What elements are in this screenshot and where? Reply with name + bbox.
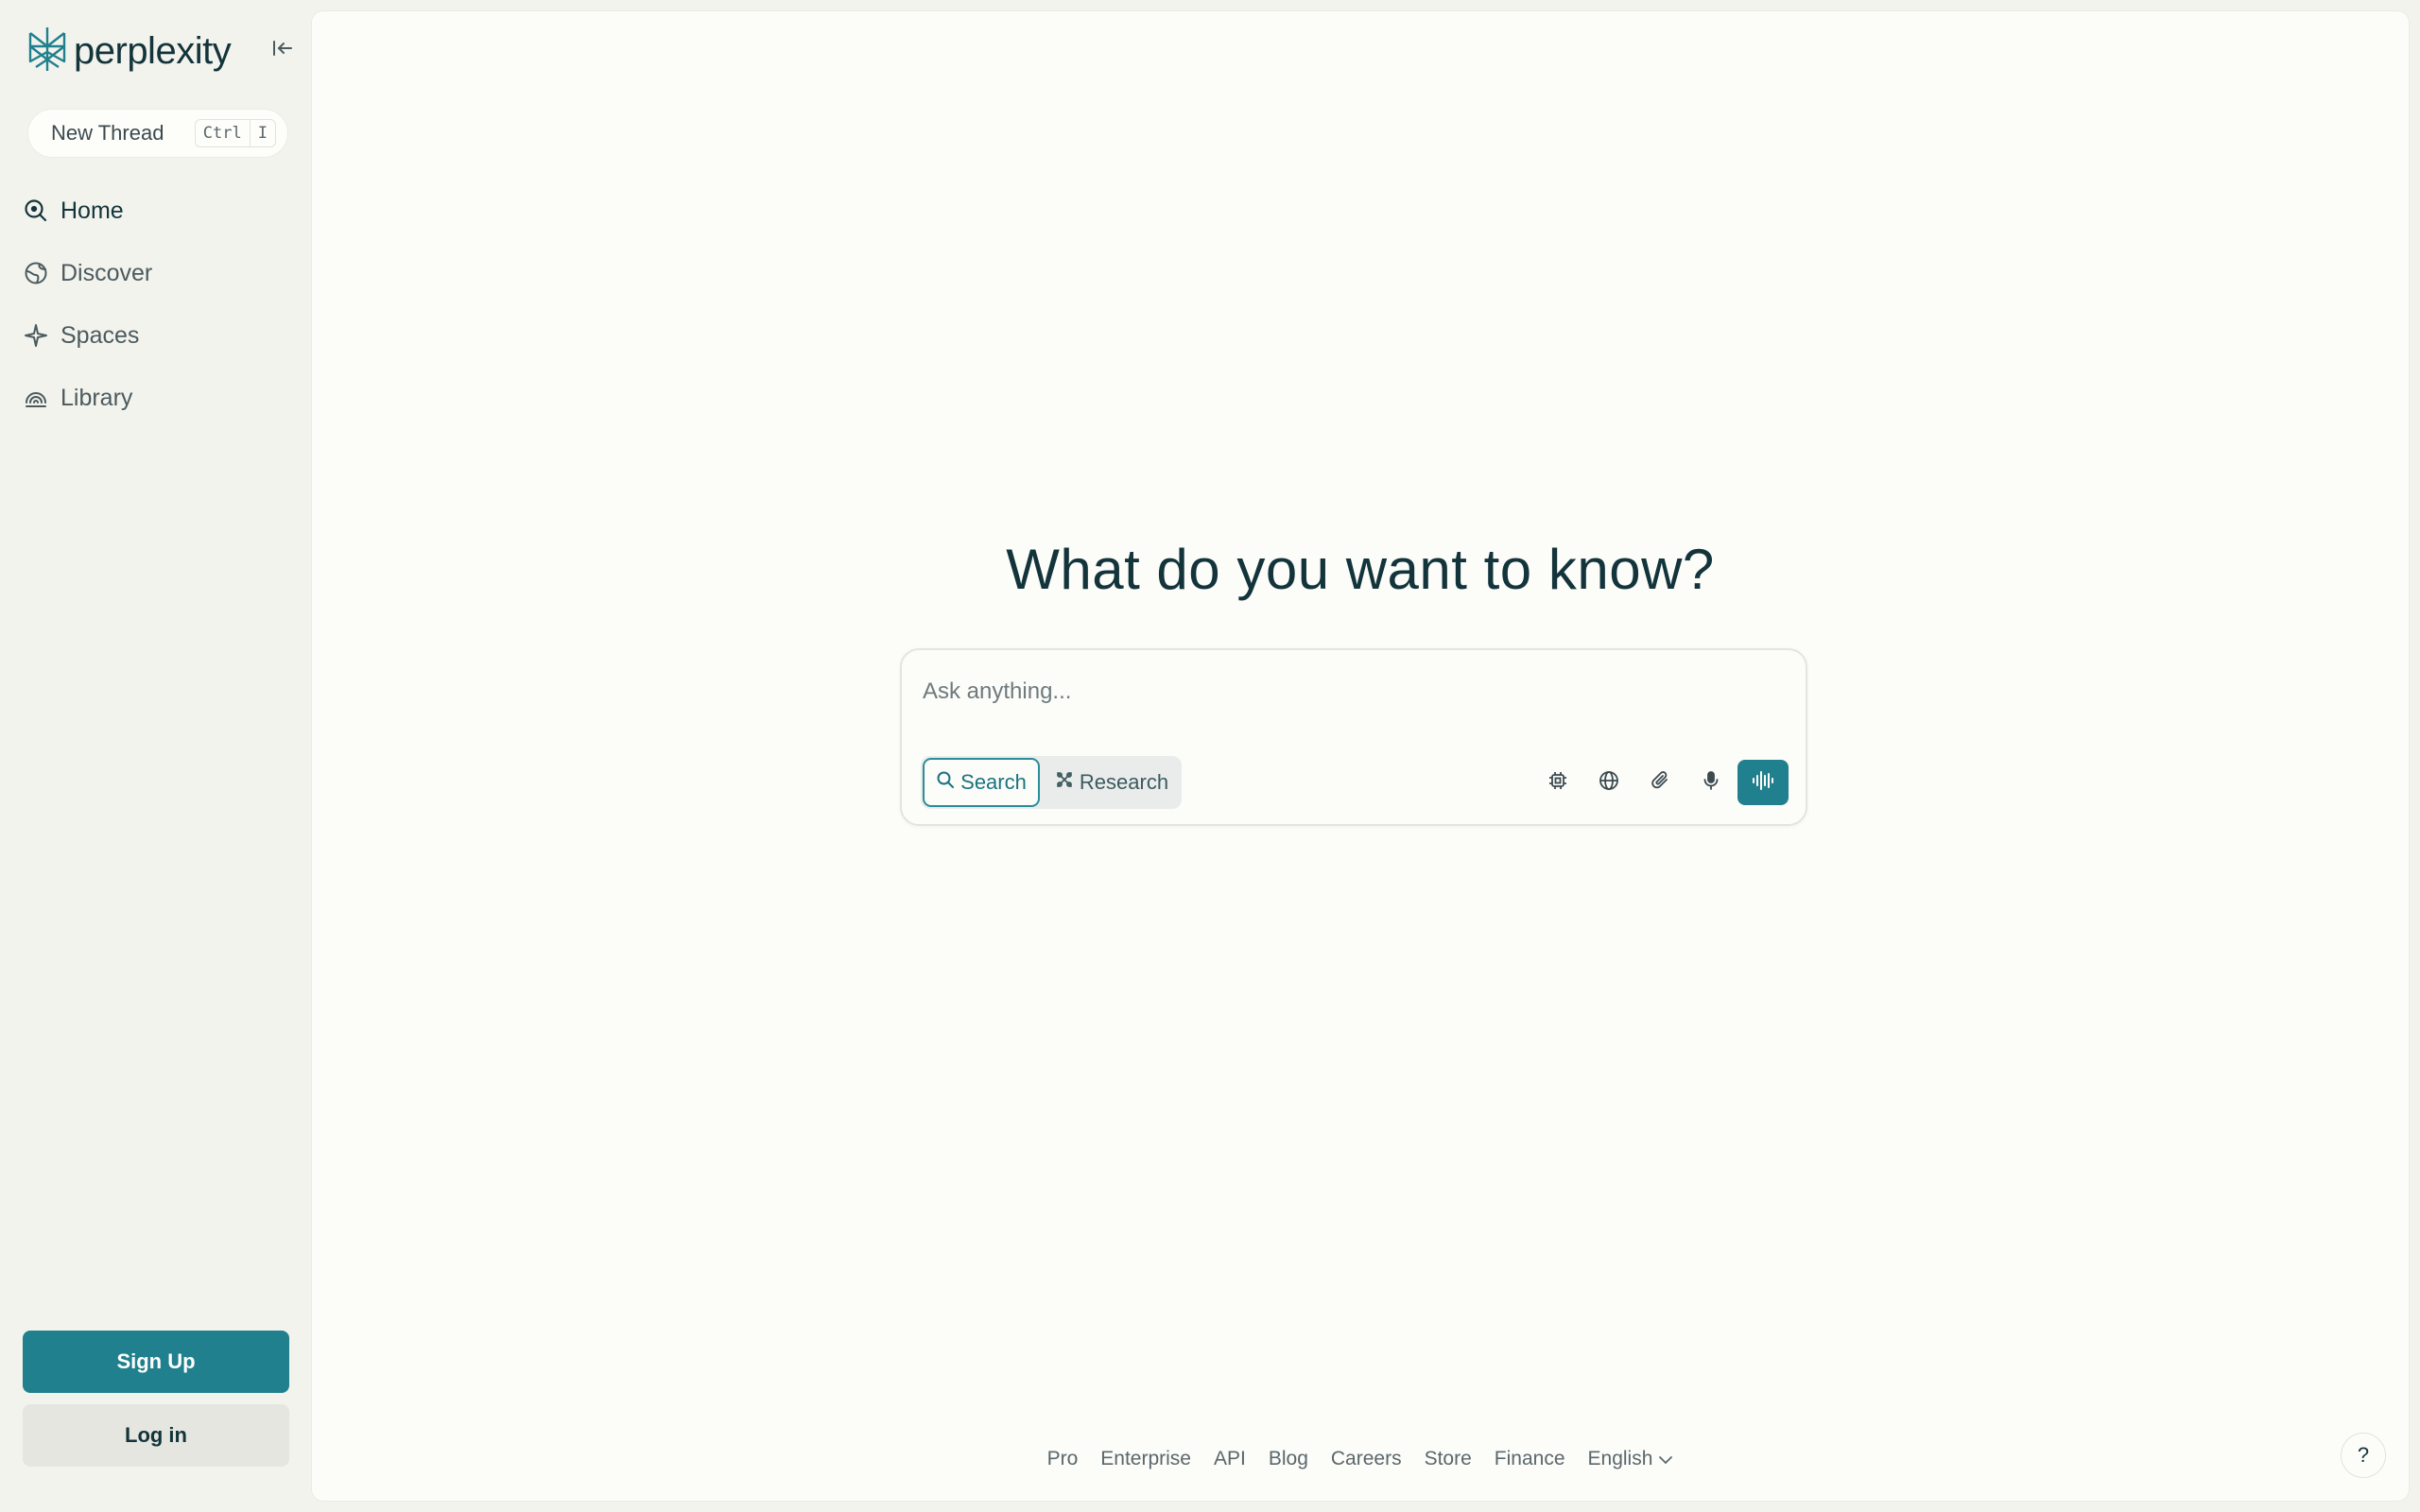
paperclip-icon [1650, 770, 1670, 796]
help-button[interactable]: ? [2341, 1433, 2386, 1478]
sign-up-button[interactable]: Sign Up [23, 1331, 289, 1393]
sidebar-item-discover[interactable]: Discover [23, 248, 297, 299]
language-label: English [1587, 1448, 1653, 1469]
ask-input[interactable] [923, 679, 1773, 705]
footer-link-store[interactable]: Store [1425, 1448, 1472, 1470]
research-icon [1055, 770, 1074, 795]
sidebar-item-spaces[interactable]: Spaces [23, 310, 297, 361]
logo-text: perplexity [74, 29, 232, 72]
sidebar-item-label: Home [60, 197, 124, 224]
ask-box: Search Research [900, 648, 1807, 826]
spaces-icon [23, 322, 49, 349]
sidebar-item-library[interactable]: Library [23, 372, 297, 423]
voice-mode-icon [1751, 770, 1775, 796]
sidebar-item-label: Spaces [60, 321, 140, 349]
language-selector[interactable]: English [1588, 1448, 1674, 1470]
new-thread-button[interactable]: New Thread Ctrl I [28, 110, 287, 157]
mode-toggle: Search Research [921, 756, 1182, 809]
footer-link-pro[interactable]: Pro [1047, 1448, 1079, 1470]
search-icon [936, 770, 955, 795]
sidebar-nav: Home Discover Spaces Library [23, 185, 297, 435]
sidebar: perplexity New Thread Ctrl I Home Discov… [0, 0, 312, 1512]
attach-button[interactable] [1643, 765, 1677, 799]
search-mode-label: Search [960, 770, 1027, 794]
footer-link-careers[interactable]: Careers [1331, 1448, 1402, 1470]
home-search-icon [23, 198, 49, 224]
new-thread-label: New Thread [51, 121, 164, 145]
voice-mode-button[interactable] [1737, 760, 1789, 805]
footer-link-api[interactable]: API [1214, 1448, 1246, 1470]
footer: Pro Enterprise API Blog Careers Store Fi… [312, 1448, 2409, 1470]
sidebar-item-home[interactable]: Home [23, 185, 297, 236]
chevron-down-icon [1658, 1448, 1673, 1470]
shortcut-key-i: I [249, 120, 275, 146]
research-mode-label: Research [1079, 770, 1169, 794]
logo[interactable]: perplexity [26, 25, 232, 77]
sidebar-item-label: Library [60, 384, 133, 411]
page-title: What do you want to know? [1006, 538, 1715, 601]
dictation-button[interactable] [1694, 765, 1728, 799]
footer-link-enterprise[interactable]: Enterprise [1100, 1448, 1191, 1470]
footer-link-blog[interactable]: Blog [1269, 1448, 1308, 1470]
collapse-sidebar-icon [272, 40, 293, 61]
research-mode-button[interactable]: Research [1046, 758, 1178, 807]
sidebar-item-label: Discover [60, 259, 153, 286]
library-icon [23, 385, 49, 411]
model-chip-icon [1547, 770, 1568, 796]
footer-link-finance[interactable]: Finance [1495, 1448, 1565, 1470]
globe-icon [23, 260, 49, 286]
microphone-icon [1701, 770, 1721, 796]
perplexity-logo-icon [26, 26, 68, 77]
main-panel: What do you want to know? Search [312, 11, 2409, 1501]
shortcut-key-ctrl: Ctrl [202, 124, 242, 143]
keyboard-shortcut: Ctrl I [194, 119, 276, 147]
globe-icon [1599, 770, 1619, 796]
search-mode-button[interactable]: Search [923, 758, 1040, 807]
model-select-button[interactable] [1541, 765, 1575, 799]
log-in-button[interactable]: Log in [23, 1404, 289, 1467]
collapse-sidebar-button[interactable] [268, 36, 297, 64]
sources-button[interactable] [1592, 765, 1626, 799]
